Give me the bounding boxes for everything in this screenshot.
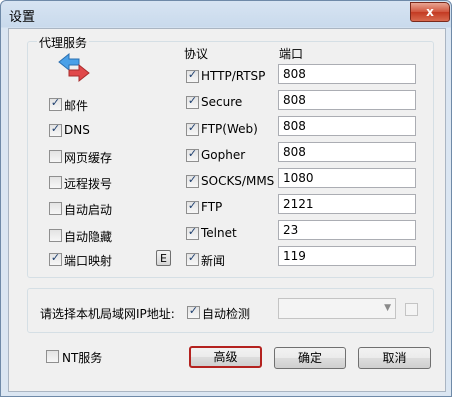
- check-mark-icon: ✓: [188, 304, 199, 317]
- check-mark-icon: ✓: [50, 96, 61, 109]
- port-mapping-label: 端口映射: [64, 254, 113, 268]
- cancel-button[interactable]: 取消: [358, 347, 431, 369]
- secure-port-input[interactable]: 808: [278, 90, 416, 110]
- socks-mms-port-input[interactable]: 1080: [278, 168, 416, 188]
- auto-start-checkbox[interactable]: [49, 202, 62, 215]
- secure-checkbox[interactable]: ✓: [186, 94, 199, 109]
- chevron-down-icon: ▼: [384, 303, 391, 313]
- close-button[interactable]: x: [410, 2, 450, 22]
- socks-mms-checkbox[interactable]: ✓: [186, 173, 199, 188]
- check-mark-icon: ✓: [187, 251, 198, 264]
- auto-start-label: 自动启动: [64, 203, 113, 217]
- ftp-web-port-input[interactable]: 808: [278, 116, 416, 136]
- window-title: 设置: [9, 10, 36, 25]
- ftp-port-input[interactable]: 2121: [278, 194, 416, 214]
- bidirectional-arrows-icon: [58, 53, 90, 83]
- check-mark-icon: ✓: [187, 68, 198, 81]
- check-mark-icon: ✓: [50, 122, 61, 135]
- auto-hide-checkbox[interactable]: [49, 229, 62, 242]
- gopher-checkbox[interactable]: ✓: [186, 147, 199, 162]
- secure-label: Secure: [201, 95, 243, 109]
- lan-ip-dropdown[interactable]: ▼: [278, 298, 396, 319]
- auto-detect-label: 自动检测: [202, 307, 251, 321]
- check-mark-icon: ✓: [187, 173, 198, 186]
- dns-label: DNS: [64, 123, 90, 137]
- mail-label: 邮件: [64, 99, 89, 113]
- check-mark-icon: ✓: [187, 225, 198, 238]
- nt-service-checkbox[interactable]: [46, 350, 59, 363]
- gopher-label: Gopher: [201, 148, 246, 162]
- port-mapping-edit-button[interactable]: E: [156, 250, 171, 266]
- lan-ip-label: 请选择本机局域网IP地址:: [40, 307, 175, 321]
- telnet-label: Telnet: [201, 226, 237, 240]
- check-mark-icon: ✓: [187, 199, 198, 212]
- news-port-input[interactable]: 119: [278, 246, 416, 266]
- remote-dial-label: 远程拨号: [64, 177, 113, 191]
- telnet-port-input[interactable]: 23: [278, 220, 416, 240]
- proxy-services-title: 代理服务: [37, 34, 90, 51]
- ftp-checkbox[interactable]: ✓: [186, 199, 199, 214]
- title-bar[interactable]: 设置 x: [1, 1, 451, 27]
- check-mark-icon: ✓: [50, 251, 61, 264]
- web-cache-checkbox[interactable]: [49, 150, 62, 163]
- settings-window: 设置 x 代理服务 ✓ 邮件 ✓ DNS 网页缓存 远程拨号 自动启动 自动隐藏…: [0, 0, 452, 397]
- port-header: 端口: [279, 47, 304, 61]
- advanced-button[interactable]: 高级: [189, 346, 262, 368]
- http-rtsp-label: HTTP/RTSP: [201, 69, 266, 83]
- telnet-checkbox[interactable]: ✓: [186, 225, 199, 240]
- protocol-header: 协议: [184, 47, 209, 61]
- news-label: 新闻: [201, 254, 226, 268]
- ftp-label: FTP: [201, 200, 223, 214]
- news-checkbox[interactable]: ✓: [186, 251, 199, 266]
- check-mark-icon: ✓: [187, 94, 198, 107]
- dns-checkbox[interactable]: ✓: [49, 122, 62, 137]
- gopher-port-input[interactable]: 808: [278, 142, 416, 162]
- mail-checkbox[interactable]: ✓: [49, 96, 62, 111]
- port-mapping-checkbox[interactable]: ✓: [49, 251, 62, 266]
- ftp-web-label: FTP(Web): [201, 122, 258, 136]
- check-mark-icon: ✓: [187, 121, 198, 134]
- web-cache-label: 网页缓存: [64, 151, 113, 165]
- check-mark-icon: ✓: [187, 147, 198, 160]
- remote-dial-checkbox[interactable]: [49, 176, 62, 189]
- lan-extra-checkbox[interactable]: [405, 303, 418, 316]
- auto-hide-label: 自动隐藏: [64, 230, 113, 244]
- ok-button[interactable]: 确定: [274, 347, 346, 369]
- nt-service-label: NT服务: [62, 351, 103, 365]
- close-icon: x: [426, 5, 434, 19]
- http-rtsp-port-input[interactable]: 808: [278, 64, 416, 84]
- http-rtsp-checkbox[interactable]: ✓: [186, 68, 199, 83]
- auto-detect-checkbox[interactable]: ✓: [187, 304, 200, 319]
- socks-mms-label: SOCKS/MMS: [201, 174, 275, 188]
- ftp-web-checkbox[interactable]: ✓: [186, 121, 199, 136]
